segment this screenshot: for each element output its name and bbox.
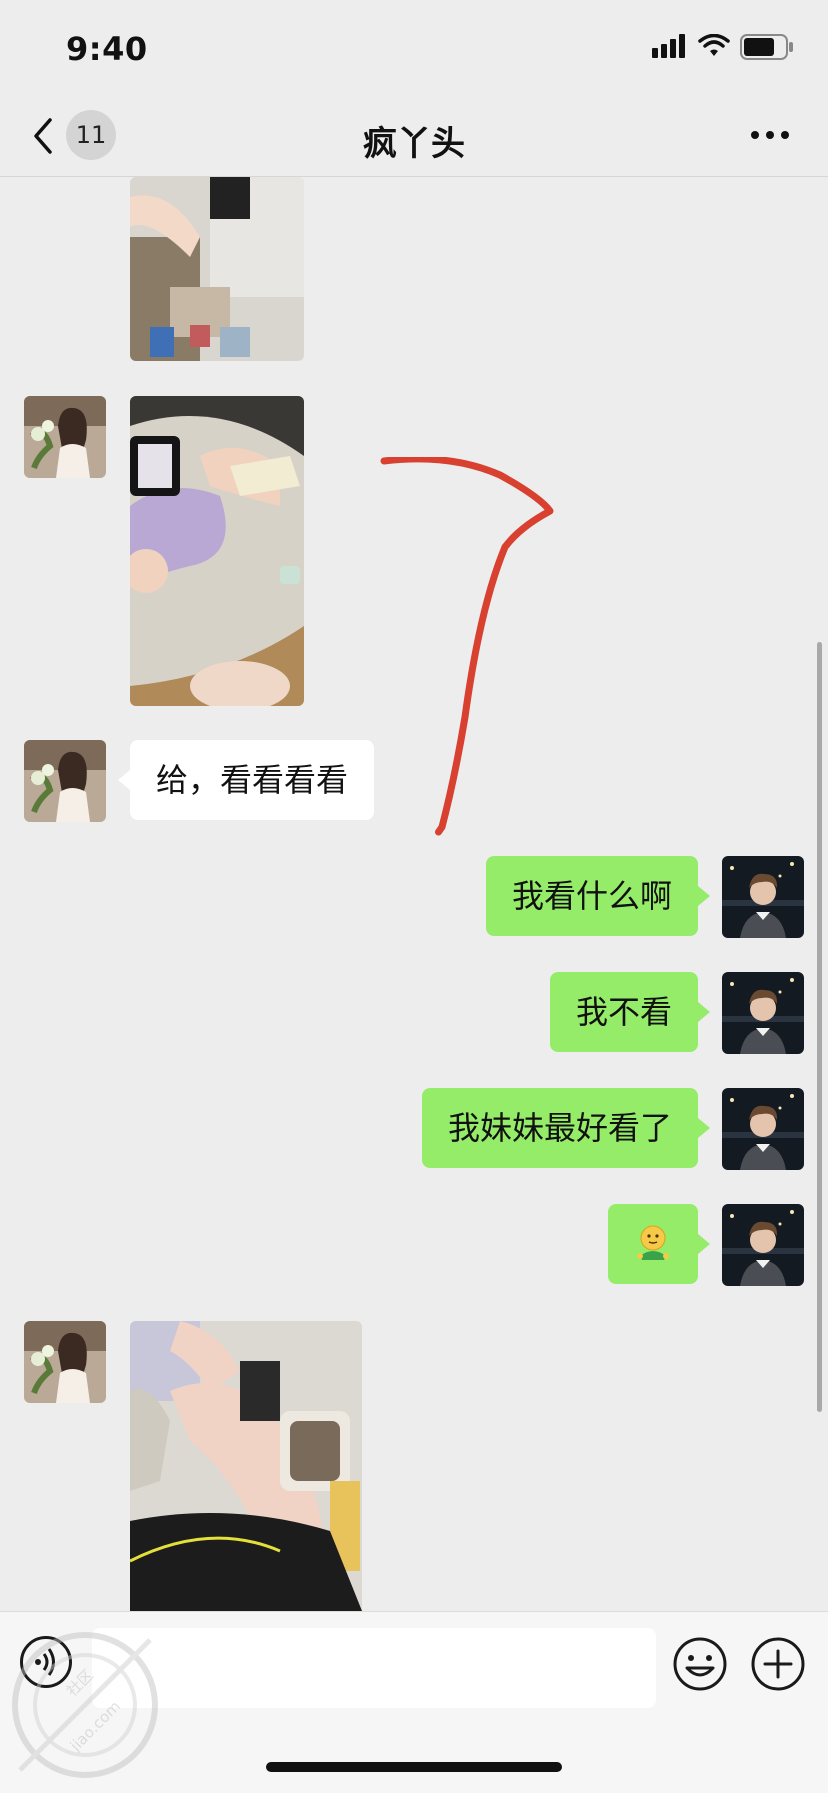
my-avatar[interactable] bbox=[722, 1204, 804, 1286]
bubble-tail bbox=[118, 770, 130, 790]
home-indicator[interactable] bbox=[266, 1762, 562, 1772]
bubble-tail bbox=[698, 1002, 710, 1022]
message-input[interactable] bbox=[92, 1628, 656, 1708]
chat-title: 疯丫头 bbox=[363, 124, 465, 164]
bubble-tail bbox=[698, 1234, 710, 1254]
status-time: 9:40 bbox=[66, 30, 148, 68]
emoji-sticker-icon bbox=[637, 1225, 669, 1260]
outgoing-text-message[interactable]: 我看什么啊 bbox=[485, 856, 698, 936]
signal-icon bbox=[652, 34, 685, 58]
contact-avatar[interactable] bbox=[24, 740, 106, 822]
scrollbar[interactable] bbox=[817, 642, 822, 1412]
my-avatar[interactable] bbox=[722, 1088, 804, 1170]
plus-icon[interactable] bbox=[750, 1636, 806, 1692]
outgoing-text-message[interactable]: 我不看 bbox=[549, 972, 698, 1052]
bubble-tail bbox=[698, 886, 710, 906]
emoji-icon[interactable] bbox=[672, 1636, 728, 1692]
my-avatar[interactable] bbox=[722, 856, 804, 938]
bubble-tail bbox=[698, 1118, 710, 1138]
battery-icon bbox=[740, 34, 793, 60]
red-annotation-stroke bbox=[380, 457, 554, 836]
status-bar: 9:40 bbox=[0, 0, 828, 98]
message-list[interactable]: 给，看看看看 我看什么啊 我不看 我妹妹最好看了 bbox=[0, 177, 828, 1611]
incoming-text-message[interactable]: 给，看看看看 bbox=[130, 740, 375, 820]
contact-avatar[interactable] bbox=[24, 396, 106, 478]
outgoing-text-message[interactable]: 我妹妹最好看了 bbox=[421, 1088, 698, 1168]
image-message[interactable] bbox=[130, 1321, 362, 1611]
chat-header: 11 疯丫头 bbox=[0, 98, 828, 177]
contact-avatar[interactable] bbox=[24, 1321, 106, 1403]
outgoing-emoji-message[interactable] bbox=[608, 1204, 698, 1284]
wifi-icon bbox=[698, 34, 730, 56]
image-message[interactable] bbox=[130, 396, 304, 706]
my-avatar[interactable] bbox=[722, 972, 804, 1054]
more-icon[interactable] bbox=[750, 130, 790, 140]
image-message[interactable] bbox=[130, 177, 304, 361]
watermark-logo: jiao.com 社区 bbox=[12, 1632, 158, 1778]
